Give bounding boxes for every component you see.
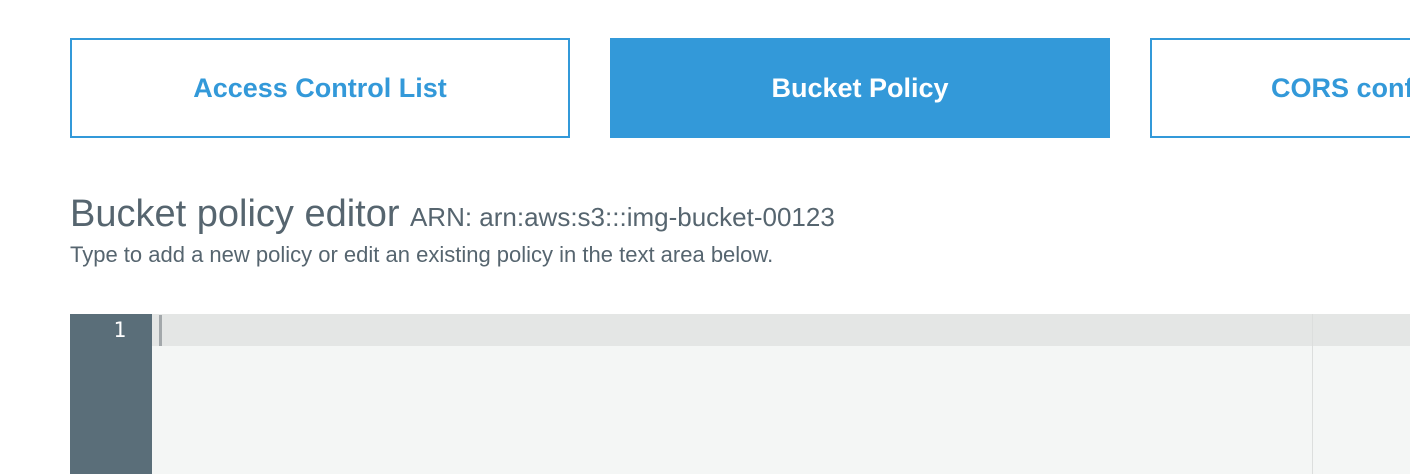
tab-access-control-list[interactable]: Access Control List <box>70 38 570 138</box>
line-number: 1 <box>113 318 126 342</box>
editor-heading: Bucket policy editor ARN: arn:aws:s3:::i… <box>70 193 835 236</box>
tab-cors-configuration[interactable]: CORS configuration <box>1150 38 1410 138</box>
tab-label: CORS configuration <box>1271 72 1410 103</box>
tab-label: Bucket Policy <box>771 72 949 103</box>
bucket-permissions-page: Access Control List Bucket Policy CORS c… <box>0 0 1410 474</box>
bucket-arn: ARN: arn:aws:s3:::img-bucket-00123 <box>409 202 835 232</box>
line-number-gutter: 1 <box>70 314 152 474</box>
policy-code-editor[interactable]: 1 <box>70 314 1410 474</box>
editor-title: Bucket policy editor <box>70 193 400 235</box>
editor-instructions: Type to add a new policy or edit an exis… <box>70 242 774 267</box>
policy-text-area[interactable] <box>152 314 1410 474</box>
tab-label: Access Control List <box>193 72 447 103</box>
tab-bucket-policy[interactable]: Bucket Policy <box>610 38 1110 138</box>
